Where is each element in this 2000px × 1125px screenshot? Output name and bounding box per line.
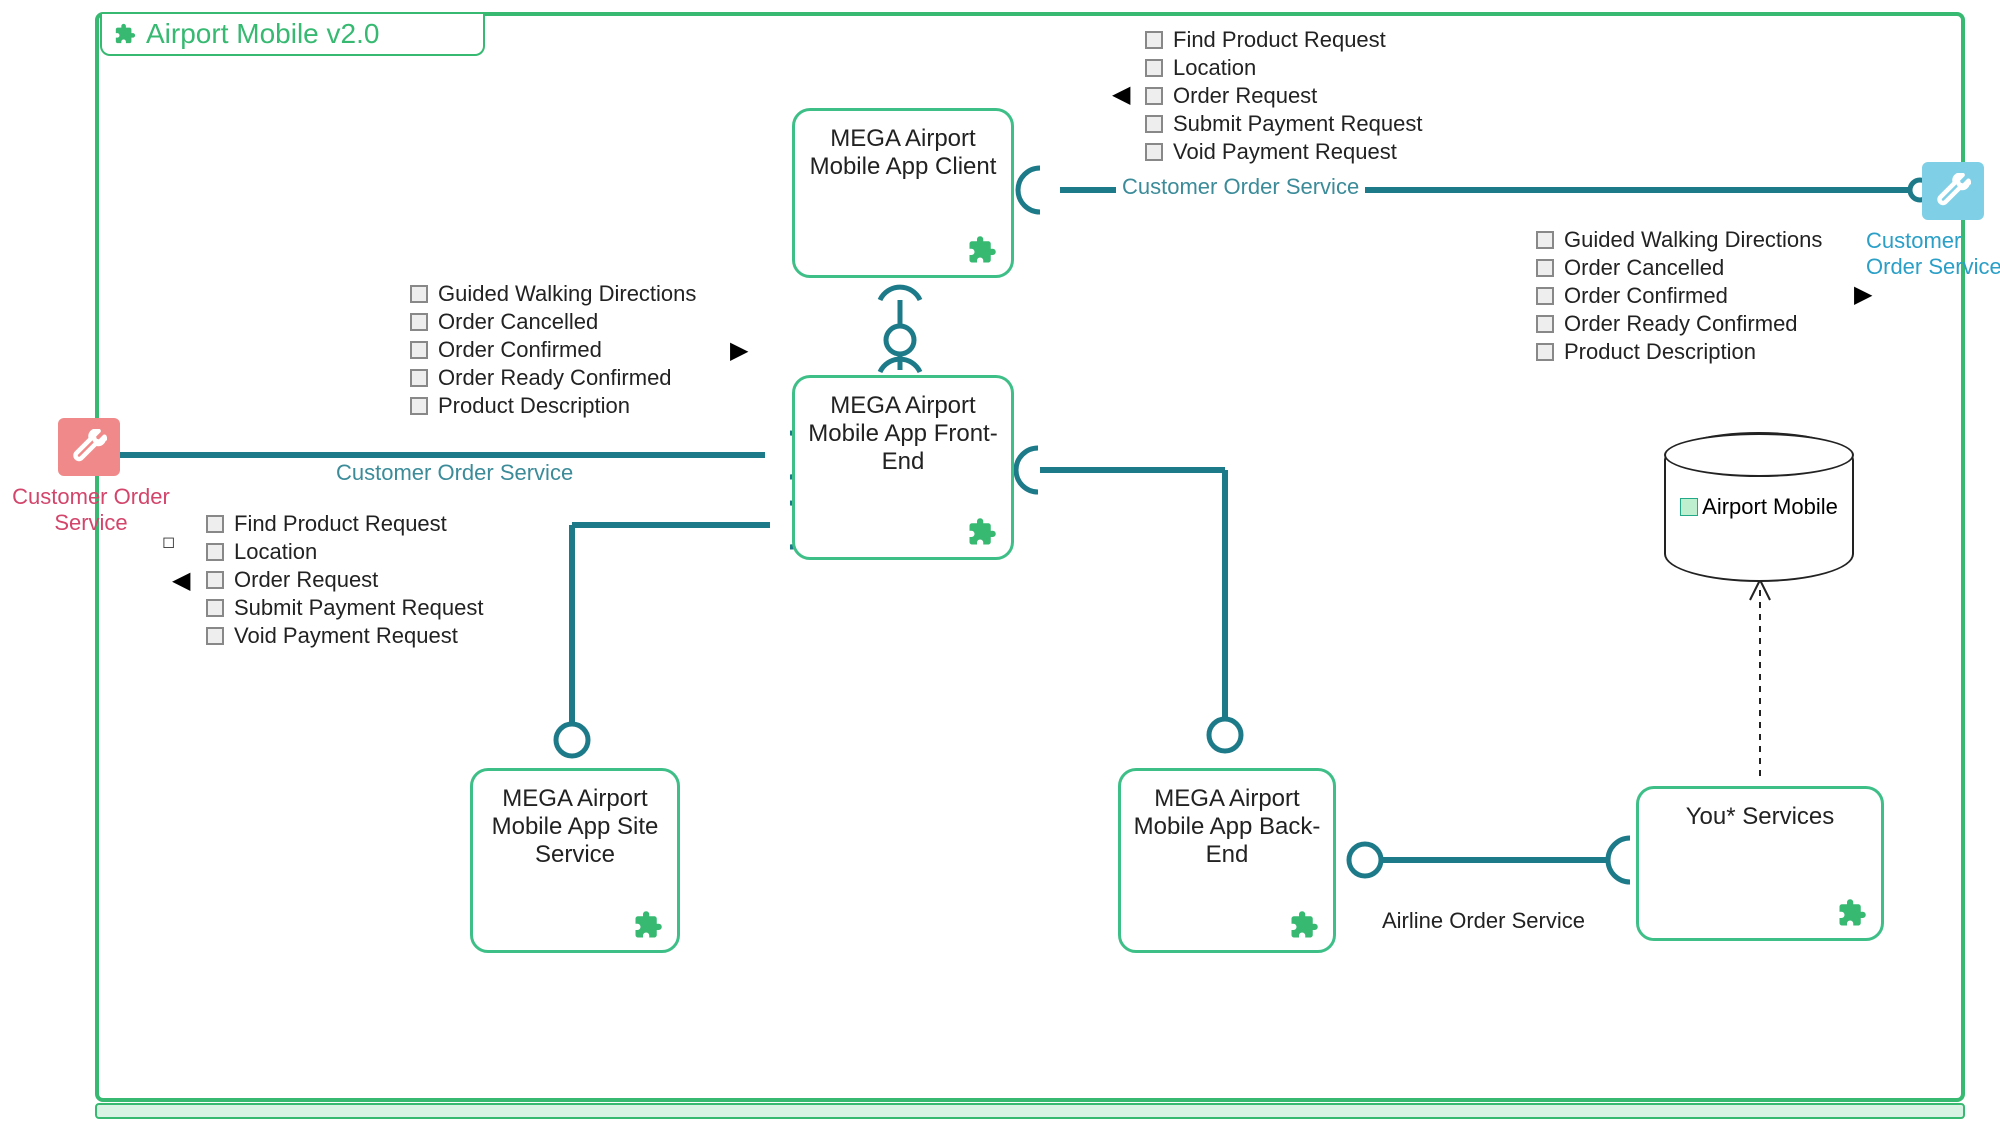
diagram-title-tab: Airport Mobile v2.0: [100, 14, 485, 56]
puzzle-icon: [114, 23, 136, 45]
interface-customer-order-left[interactable]: [58, 418, 120, 476]
checkbox-icon: [1145, 59, 1163, 77]
node-you-services[interactable]: You* Services: [1636, 786, 1884, 941]
node-frontend-label: MEGA Airport Mobile App Front-End: [805, 392, 1001, 476]
checkbox-icon: [206, 543, 224, 561]
checkbox-icon: [1145, 143, 1163, 161]
arrow-left-icon: ◀: [1112, 80, 1130, 109]
wrench-icon: [1935, 173, 1971, 209]
node-database[interactable]: Airport Mobile: [1664, 432, 1854, 582]
msg-list-top-responses: Guided Walking Directions Order Cancelle…: [1536, 226, 1822, 366]
interface-left-label: Customer Order Service: [6, 484, 176, 537]
checkbox-icon: [410, 397, 428, 415]
arrow-right-icon: ▶: [730, 336, 748, 365]
checkbox-icon: [1536, 315, 1554, 333]
bottom-scrollbar[interactable]: [95, 1103, 1965, 1119]
arrow-left-icon: ◀: [172, 566, 190, 595]
msg-list-top-requests: Find Product Request Location Order Requ…: [1145, 26, 1422, 166]
msg-list-left-responses: Guided Walking Directions Order Cancelle…: [410, 280, 696, 420]
expand-icon[interactable]: ◻: [162, 532, 175, 552]
checkbox-icon: [206, 627, 224, 645]
checkbox-icon: [206, 515, 224, 533]
checkbox-icon: [1145, 87, 1163, 105]
node-site-label: MEGA Airport Mobile App Site Service: [483, 785, 667, 869]
checkbox-icon: [206, 599, 224, 617]
node-backend[interactable]: MEGA Airport Mobile App Back-End: [1118, 768, 1336, 953]
node-site-service[interactable]: MEGA Airport Mobile App Site Service: [470, 768, 680, 953]
node-db-label: Airport Mobile: [1702, 494, 1838, 520]
checkbox-icon: [1145, 115, 1163, 133]
checkbox-icon: [1536, 343, 1554, 361]
puzzle-icon: [1289, 910, 1319, 940]
database-icon: [1680, 498, 1698, 516]
puzzle-icon: [967, 517, 997, 547]
diagram-title: Airport Mobile v2.0: [146, 18, 379, 50]
arrow-right-icon: ▶: [1854, 280, 1872, 309]
node-client[interactable]: MEGA Airport Mobile App Client: [792, 108, 1014, 278]
puzzle-icon: [1837, 898, 1867, 928]
node-backend-label: MEGA Airport Mobile App Back-End: [1131, 785, 1323, 869]
checkbox-icon: [1536, 287, 1554, 305]
msg-list-left-requests: Find Product Request Location Order Requ…: [206, 510, 483, 650]
checkbox-icon: [410, 341, 428, 359]
checkbox-icon: [1536, 259, 1554, 277]
puzzle-icon: [967, 235, 997, 265]
wrench-icon: [71, 429, 107, 465]
puzzle-icon: [633, 910, 663, 940]
checkbox-icon: [410, 369, 428, 387]
connector-label-top: Customer Order Service: [1116, 174, 1365, 200]
interface-customer-order-right[interactable]: [1922, 162, 1984, 220]
connector-label-airline: Airline Order Service: [1376, 908, 1591, 934]
checkbox-icon: [410, 285, 428, 303]
checkbox-icon: [410, 313, 428, 331]
checkbox-icon: [206, 571, 224, 589]
checkbox-icon: [1145, 31, 1163, 49]
interface-right-label: Customer Order Service: [1866, 228, 2000, 281]
node-you-label: You* Services: [1649, 803, 1871, 831]
connector-label-left: Customer Order Service: [330, 460, 579, 486]
node-client-label: MEGA Airport Mobile App Client: [805, 125, 1001, 181]
checkbox-icon: [1536, 231, 1554, 249]
node-frontend[interactable]: MEGA Airport Mobile App Front-End: [792, 375, 1014, 560]
